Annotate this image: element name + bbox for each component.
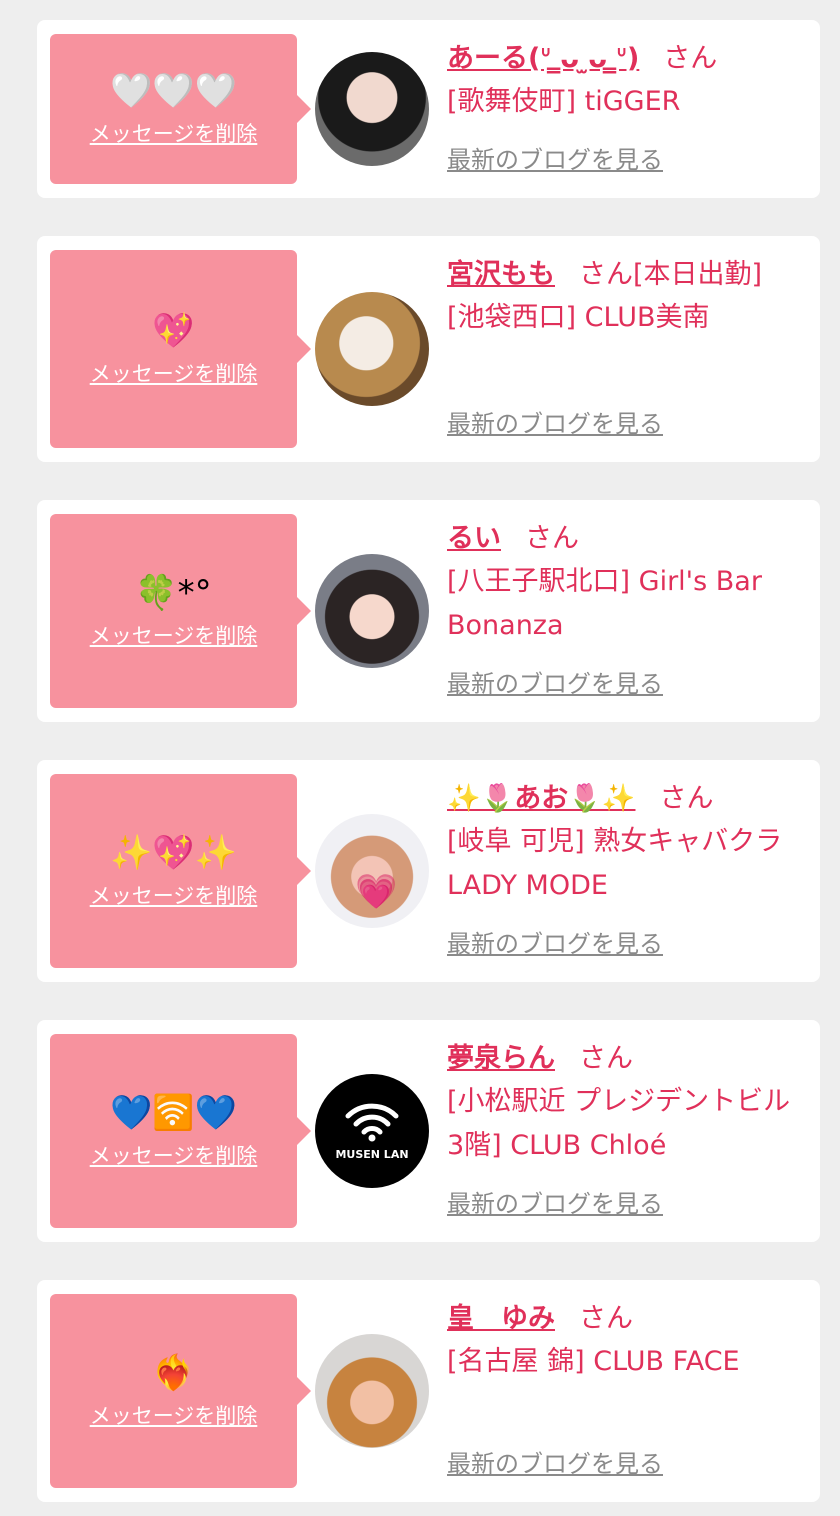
- name-line: ✨🌷あお🌷✨ さん: [447, 778, 806, 820]
- name-line: あーる(ᐡ ̳ᴗ ̫ᴗ ̳ᐡ) さん: [447, 38, 806, 80]
- latest-blog-link[interactable]: 最新のブログを見る: [447, 924, 806, 964]
- delete-message-link[interactable]: メッセージを削除: [90, 118, 258, 148]
- wifi-icon: [344, 1102, 400, 1149]
- profile-name-link[interactable]: 宮沢もも: [447, 259, 555, 290]
- attendance-note: [本日出勤]: [633, 259, 763, 290]
- profile-name-link[interactable]: ✨🌷あお🌷✨: [447, 783, 635, 814]
- message-text: ✨💖✨: [109, 833, 237, 873]
- honorific: さん: [579, 259, 633, 290]
- latest-blog-link[interactable]: 最新のブログを見る: [447, 664, 806, 704]
- profile-name-link[interactable]: 夢泉らん: [447, 1043, 555, 1074]
- name-line: 夢泉らん さん: [447, 1038, 806, 1080]
- avatar-logo-text: MUSEN LAN: [335, 1147, 409, 1161]
- message-text: 🍀*°: [135, 573, 212, 613]
- delete-message-link[interactable]: メッセージを削除: [90, 1140, 258, 1170]
- message-bubble: 🍀*° メッセージを削除: [50, 514, 311, 708]
- profile-name-link[interactable]: 皇 ゆみ: [447, 1303, 555, 1334]
- honorific: さん: [659, 783, 714, 814]
- message-text: 🤍🤍🤍: [109, 71, 237, 111]
- name-line: 宮沢もも さん[本日出勤]: [447, 254, 806, 296]
- avatar-container: 💗: [297, 774, 447, 968]
- favorite-card: 🍀*° メッセージを削除 るい さん [八王子駅北口] Girl's Bar Bo…: [37, 500, 820, 722]
- favorite-card: ❤️‍🔥 メッセージを削除 皇 ゆみ さん [名古屋 錦] CLUB FACE 最…: [37, 1280, 820, 1502]
- shop-info: [池袋西口] CLUB美南: [447, 302, 710, 333]
- latest-blog-link[interactable]: 最新のブログを見る: [447, 1444, 806, 1484]
- favorites-list: 🤍🤍🤍 メッセージを削除 あーる(ᐡ ̳ᴗ ̫ᴗ ̳ᐡ) さん [歌舞伎町] ti…: [0, 0, 840, 1502]
- message-text: 💙🛜💙: [109, 1093, 237, 1133]
- profile-info: 宮沢もも さん[本日出勤] [池袋西口] CLUB美南 最新のブログを見る: [447, 250, 820, 448]
- message-text: ❤️‍🔥: [152, 1353, 195, 1393]
- shop-info: [名古屋 錦] CLUB FACE: [447, 1346, 740, 1377]
- name-line: るい さん: [447, 518, 806, 560]
- profile-name-link[interactable]: るい: [447, 523, 501, 554]
- message-text: 💖: [152, 311, 195, 351]
- favorite-card: 💖 メッセージを削除 宮沢もも さん[本日出勤] [池袋西口] CLUB美南 最新…: [37, 236, 820, 462]
- honorific: さん: [663, 43, 718, 74]
- avatar-container: MUSEN LAN: [297, 1034, 447, 1228]
- message-bubble: 💙🛜💙 メッセージを削除: [50, 1034, 311, 1228]
- favorite-card: 🤍🤍🤍 メッセージを削除 あーる(ᐡ ̳ᴗ ̫ᴗ ̳ᐡ) さん [歌舞伎町] ti…: [37, 20, 820, 198]
- heart-sticker-icon: 💗: [355, 872, 398, 912]
- message-bubble: 🤍🤍🤍 メッセージを削除: [50, 34, 311, 184]
- profile-info: あーる(ᐡ ̳ᴗ ̫ᴗ ̳ᐡ) さん [歌舞伎町] tiGGER 最新のブログを見…: [447, 34, 820, 184]
- honorific: さん: [579, 1303, 633, 1334]
- shop-info: [歌舞伎町] tiGGER: [447, 86, 681, 117]
- avatar[interactable]: [315, 554, 429, 668]
- avatar[interactable]: [315, 52, 429, 166]
- message-bubble: ✨💖✨ メッセージを削除: [50, 774, 311, 968]
- avatar-container: [297, 514, 447, 708]
- avatar[interactable]: 💗: [315, 814, 429, 928]
- shop-info: [八王子駅北口] Girl's Bar Bonanza: [447, 566, 762, 641]
- latest-blog-link[interactable]: 最新のブログを見る: [447, 404, 806, 444]
- profile-info: るい さん [八王子駅北口] Girl's Bar Bonanza 最新のブログを…: [447, 514, 820, 708]
- message-bubble: ❤️‍🔥 メッセージを削除: [50, 1294, 311, 1488]
- honorific: さん: [525, 523, 579, 554]
- name-line: 皇 ゆみ さん: [447, 1298, 806, 1340]
- profile-info: 皇 ゆみ さん [名古屋 錦] CLUB FACE 最新のブログを見る: [447, 1294, 820, 1488]
- latest-blog-link[interactable]: 最新のブログを見る: [447, 140, 806, 180]
- honorific: さん: [579, 1043, 633, 1074]
- delete-message-link[interactable]: メッセージを削除: [90, 1400, 258, 1430]
- delete-message-link[interactable]: メッセージを削除: [90, 358, 258, 388]
- message-bubble: 💖 メッセージを削除: [50, 250, 311, 448]
- profile-name-link[interactable]: あーる(ᐡ ̳ᴗ ̫ᴗ ̳ᐡ): [447, 43, 639, 74]
- avatar[interactable]: [315, 292, 429, 406]
- favorite-card: ✨💖✨ メッセージを削除 💗 ✨🌷あお🌷✨ さん [岐阜 可児] 熟女キャバクラ …: [37, 760, 820, 982]
- avatar[interactable]: [315, 1334, 429, 1448]
- shop-info: [岐阜 可児] 熟女キャバクラ LADY MODE: [447, 826, 783, 901]
- profile-info: 夢泉らん さん [小松駅近 プレジデントビル3階] CLUB Chloé 最新のブ…: [447, 1034, 820, 1228]
- shop-info: [小松駅近 プレジデントビル3階] CLUB Chloé: [447, 1086, 791, 1161]
- delete-message-link[interactable]: メッセージを削除: [90, 880, 258, 910]
- avatar-container: [297, 1294, 447, 1488]
- favorite-card: 💙🛜💙 メッセージを削除 MUSEN LAN 夢泉らん さん [小松駅近 プレジ…: [37, 1020, 820, 1242]
- latest-blog-link[interactable]: 最新のブログを見る: [447, 1184, 806, 1224]
- avatar-container: [297, 34, 447, 184]
- avatar[interactable]: MUSEN LAN: [315, 1074, 429, 1188]
- avatar-container: [297, 250, 447, 448]
- profile-info: ✨🌷あお🌷✨ さん [岐阜 可児] 熟女キャバクラ LADY MODE 最新のブロ…: [447, 774, 820, 968]
- delete-message-link[interactable]: メッセージを削除: [90, 620, 258, 650]
